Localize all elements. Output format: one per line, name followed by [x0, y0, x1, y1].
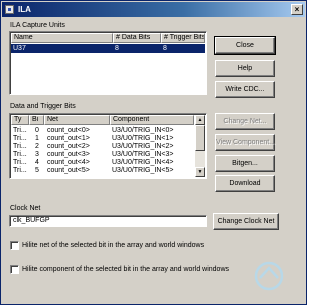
col-net-header[interactable]: Net — [44, 115, 110, 125]
close-icon[interactable]: × — [291, 4, 303, 15]
watermark-logo — [254, 261, 284, 291]
hilite-component-label: Hilite component of the selected bit in … — [22, 266, 229, 273]
hilite-net-checkbox[interactable] — [10, 241, 19, 250]
help-button[interactable]: Help — [215, 60, 275, 77]
table-row[interactable]: Tri... 5 count_out<5> U3/U0/TRIG_IN<5> — [11, 166, 194, 175]
scroll-thumb[interactable] — [195, 125, 205, 151]
app-icon — [5, 5, 14, 14]
col-data-bits-header[interactable]: # Data Bits — [113, 33, 161, 43]
title-bar: ILA × — [2, 2, 305, 17]
col-trigger-bits-header[interactable]: # Trigger Bits — [161, 33, 205, 43]
bit-type: Tri... — [13, 167, 27, 174]
ila-dialog: ILA × ILA Capture Units Name # Data Bits… — [0, 0, 307, 305]
scroll-up-icon[interactable]: ▲ — [195, 115, 205, 125]
capture-units-list[interactable]: Name # Data Bits # Trigger Bits U37 8 8 — [9, 31, 207, 95]
table-row[interactable]: U37 8 8 — [11, 44, 205, 53]
col-name-header[interactable]: Name — [11, 33, 113, 43]
hilite-net-label: Hilite net of the selected bit in the ar… — [22, 242, 205, 249]
col-bit-header[interactable]: Bi — [29, 115, 44, 125]
bit-net: count_out<5> — [47, 167, 90, 174]
unit-name: U37 — [13, 45, 26, 52]
change-clock-net-button[interactable]: Change Clock Net — [213, 213, 279, 230]
data-trigger-list[interactable]: Ty Bi Net Component Tri... 0 count_out<0… — [9, 113, 207, 179]
unit-trigger-bits: 8 — [163, 45, 167, 52]
clock-net-label: Clock Net — [10, 205, 41, 212]
scroll-down-icon[interactable]: ▼ — [195, 167, 205, 177]
change-net-button[interactable]: Change Net... — [215, 113, 275, 130]
col-type-header[interactable]: Ty — [11, 115, 29, 125]
bit-index: 5 — [35, 167, 39, 174]
col-component-header[interactable]: Component — [110, 115, 194, 125]
close-button[interactable]: Close — [214, 36, 276, 55]
hilite-component-checkbox[interactable] — [10, 265, 19, 274]
clock-net-field[interactable]: clk_BUFGP — [9, 215, 207, 227]
capture-units-label: ILA Capture Units — [10, 22, 65, 29]
unit-data-bits: 8 — [115, 45, 119, 52]
bit-component: U3/U0/TRIG_IN<5> — [112, 167, 174, 174]
bitgen-button[interactable]: Bitgen... — [215, 155, 275, 172]
write-cdc-button[interactable]: Write CDC... — [215, 81, 275, 98]
vertical-scrollbar[interactable]: ▲ ▼ — [195, 115, 205, 177]
window-title: ILA — [18, 5, 31, 14]
data-trigger-label: Data and Trigger Bits — [10, 103, 76, 110]
view-component-button[interactable]: View Component... — [215, 134, 275, 151]
download-button[interactable]: Download — [215, 175, 275, 192]
